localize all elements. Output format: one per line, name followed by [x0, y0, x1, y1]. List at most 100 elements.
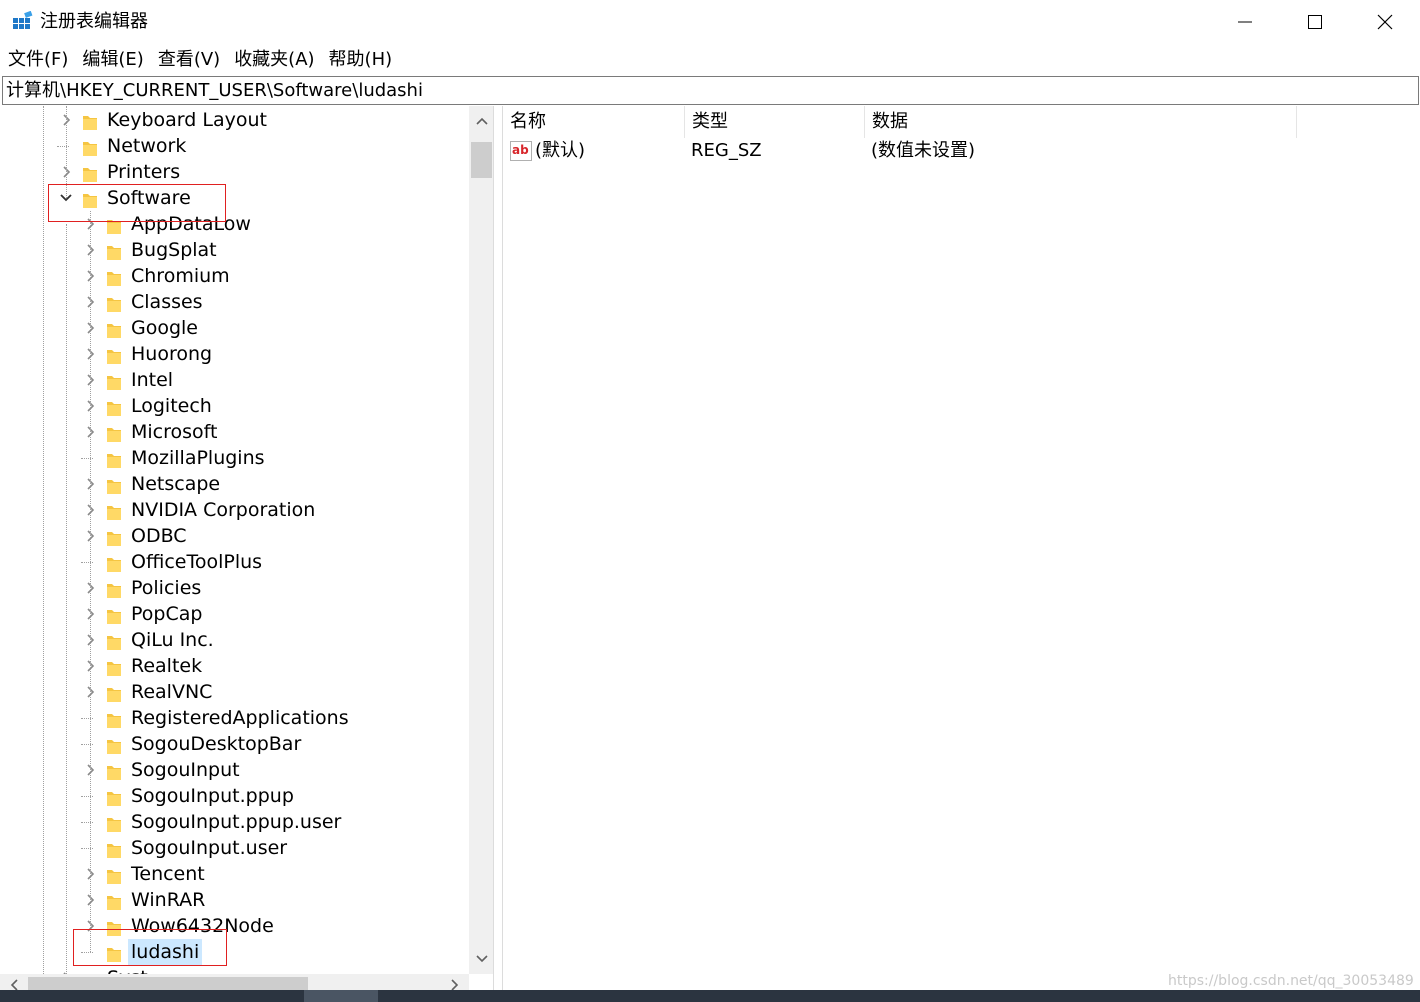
tree-node[interactable]: RealVNC — [0, 679, 470, 705]
tree-node[interactable]: Logitech — [0, 393, 470, 419]
tree-node[interactable]: MozillaPlugins — [0, 445, 470, 471]
close-icon — [1377, 14, 1393, 30]
tree-vertical-scrollbar[interactable] — [469, 106, 493, 974]
tree-node[interactable]: Microsoft — [0, 419, 470, 445]
tree-node[interactable]: Google — [0, 315, 470, 341]
tree-node[interactable]: ludashi — [0, 939, 470, 965]
tree-node[interactable]: Realtek — [0, 653, 470, 679]
chevron-up-icon — [475, 117, 488, 125]
tree-node-label: Chromium — [131, 265, 230, 287]
tree-node[interactable]: WinRAR — [0, 887, 470, 913]
highlight-box-software — [48, 184, 226, 222]
window-title: 注册表编辑器 — [40, 11, 148, 32]
menu-favorites[interactable]: 收藏夹(A) — [234, 45, 314, 75]
column-header-type[interactable]: 类型 — [685, 106, 865, 138]
tree-node-label: Netscape — [131, 473, 221, 495]
taskbar-segment — [304, 990, 378, 1002]
menu-help[interactable]: 帮助(H) — [329, 45, 393, 75]
key-tree: Keyboard Layout Network Printers Software Ap… — [0, 106, 470, 974]
tree-node[interactable]: Tencent — [0, 861, 470, 887]
tree-node[interactable]: PopCap — [0, 601, 470, 627]
tree-node[interactable]: SogouInput — [0, 757, 470, 783]
scroll-up-button[interactable] — [469, 106, 493, 136]
scroll-thumb[interactable] — [471, 142, 492, 178]
tree-node[interactable]: BugSplat — [0, 237, 470, 263]
folder-icon — [106, 372, 122, 390]
minimize-button[interactable] — [1210, 0, 1280, 44]
tree-node[interactable]: Classes — [0, 289, 470, 315]
taskbar-edge — [0, 990, 1420, 1002]
folder-icon — [106, 528, 122, 546]
tree-node[interactable]: Intel — [0, 367, 470, 393]
tree-connector — [81, 822, 93, 823]
tree-node[interactable]: Policies — [0, 575, 470, 601]
tree-node[interactable]: Keyboard Layout — [0, 107, 470, 133]
tree-connector — [81, 718, 93, 719]
tree-connector — [57, 146, 69, 147]
folder-icon — [106, 684, 122, 702]
close-button[interactable] — [1350, 0, 1420, 44]
tree-node-label: SogouInput.ppup.user — [131, 811, 342, 833]
tree-connector — [81, 458, 93, 459]
folder-icon — [106, 502, 122, 520]
tree-node[interactable]: OfficeToolPlus — [0, 549, 470, 575]
folder-icon — [106, 762, 122, 780]
tree-node[interactable]: NVIDIA Corporation — [0, 497, 470, 523]
tree-node[interactable]: SogouInput.user — [0, 835, 470, 861]
folder-icon — [106, 476, 122, 494]
tree-node[interactable]: SogouInput.ppup.user — [0, 809, 470, 835]
tree-node-label: Intel — [131, 369, 174, 391]
tree-node-partial[interactable]: Syst — [0, 965, 470, 974]
menu-bar: 文件(F) 编辑(E) 查看(V) 收藏夹(A) 帮助(H) — [0, 44, 1420, 76]
folder-icon — [106, 268, 122, 286]
folder-icon — [82, 164, 98, 182]
menu-edit[interactable]: 编辑(E) — [82, 45, 143, 75]
folder-icon — [82, 112, 98, 130]
tree-node-label: Network — [107, 135, 187, 157]
menu-view[interactable]: 查看(V) — [158, 45, 220, 75]
folder-icon — [106, 294, 122, 312]
tree-node[interactable]: Huorong — [0, 341, 470, 367]
column-header-name[interactable]: 名称 — [503, 106, 685, 138]
tree-node-label: NVIDIA Corporation — [131, 499, 316, 521]
scroll-down-button[interactable] — [469, 944, 493, 974]
tree-node-label: Huorong — [131, 343, 213, 365]
tree-connector — [81, 796, 93, 797]
tree-node-label: QiLu Inc. — [131, 629, 214, 651]
tree-node[interactable]: ODBC — [0, 523, 470, 549]
highlight-box-ludashi — [73, 929, 227, 966]
folder-icon — [106, 866, 122, 884]
tree-node-label: Logitech — [131, 395, 212, 417]
tree-node[interactable]: Wow6432Node — [0, 913, 470, 939]
column-header-data[interactable]: 数据 — [865, 106, 1297, 138]
tree-node-label: ODBC — [131, 525, 187, 547]
value-row[interactable]: ab (默认) REG_SZ (数值未设置) — [503, 138, 1420, 164]
value-name: (默认) — [535, 140, 586, 161]
tree-node[interactable]: QiLu Inc. — [0, 627, 470, 653]
tree-node[interactable]: RegisteredApplications — [0, 705, 470, 731]
tree-node[interactable]: Printers — [0, 159, 470, 185]
folder-icon — [106, 450, 122, 468]
tree-node[interactable]: Chromium — [0, 263, 470, 289]
tree-node-label: Syst — [104, 965, 151, 974]
folder-icon — [106, 242, 122, 260]
tree-node-label: Realtek — [131, 655, 203, 677]
tree-node-label: BugSplat — [131, 239, 217, 261]
maximize-icon — [1308, 15, 1322, 29]
values-pane: 名称 类型 数据 ab (默认) REG_SZ (数值未设置) — [502, 106, 1420, 990]
tree-node-label: SogouInput — [131, 759, 240, 781]
folder-icon — [82, 138, 98, 156]
address-bar[interactable]: 计算机\HKEY_CURRENT_USER\Software\ludashi — [2, 76, 1419, 105]
tree-node[interactable]: Network — [0, 133, 470, 159]
maximize-button[interactable] — [1280, 0, 1350, 44]
value-data: (数值未设置) — [871, 140, 976, 161]
tree-node[interactable]: Netscape — [0, 471, 470, 497]
tree-node-label: Keyboard Layout — [107, 109, 267, 131]
tree-node-label: Google — [131, 317, 199, 339]
tree-node[interactable]: SogouDesktopBar — [0, 731, 470, 757]
tree-node-label: MozillaPlugins — [131, 447, 265, 469]
tree-node[interactable]: SogouInput.ppup — [0, 783, 470, 809]
pane-splitter[interactable] — [494, 106, 502, 1002]
folder-icon — [106, 840, 122, 858]
menu-file[interactable]: 文件(F) — [8, 45, 68, 75]
